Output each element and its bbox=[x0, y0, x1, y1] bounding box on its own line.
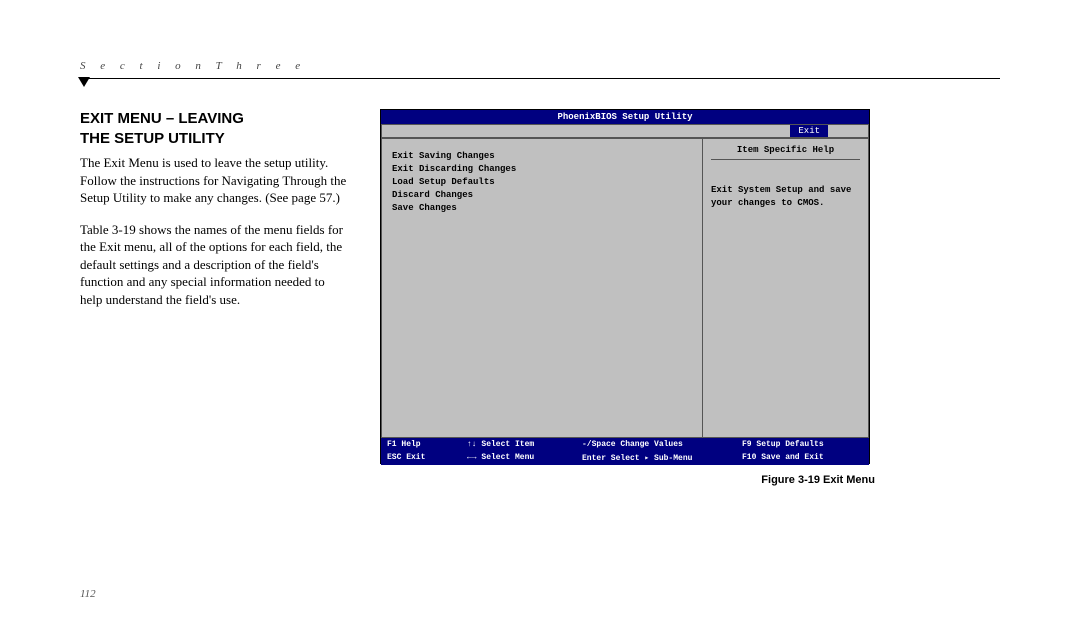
bios-main-pane: Exit Saving Changes Exit Discarding Chan… bbox=[382, 139, 703, 437]
footer-key: -/Space Change Values bbox=[582, 440, 742, 449]
page-number: 112 bbox=[80, 588, 96, 600]
footer-key: ←→ Select Menu bbox=[467, 453, 582, 463]
section-header: S e c t i o n T h r e e bbox=[80, 60, 1000, 72]
footer-key: Enter Select ▸ Sub-Menu bbox=[582, 453, 742, 463]
bios-option: Exit Discarding Changes bbox=[392, 164, 692, 174]
bios-title: PhoenixBIOS Setup Utility bbox=[381, 110, 869, 124]
footer-key: ESC Exit bbox=[387, 453, 467, 463]
bios-option: Discard Changes bbox=[392, 190, 692, 200]
footer-key: F9 Setup Defaults bbox=[742, 440, 863, 449]
page-rule bbox=[80, 78, 1000, 79]
figure-column: PhoenixBIOS Setup Utility Exit Exit Savi… bbox=[380, 109, 875, 486]
main-heading: EXIT MENU – LEAVING THE SETUP UTILITY bbox=[80, 109, 350, 148]
bios-help-pane: Item Specific Help Exit System Setup and… bbox=[703, 139, 868, 437]
heading-line-2: THE SETUP UTILITY bbox=[80, 130, 225, 147]
footer-key: ↑↓ Select Item bbox=[467, 440, 582, 449]
text-column: EXIT MENU – LEAVING THE SETUP UTILITY Th… bbox=[80, 109, 350, 322]
figure-caption: Figure 3-19 Exit Menu bbox=[380, 474, 875, 486]
help-body: Exit System Setup and save your changes … bbox=[711, 159, 860, 209]
paragraph-2: Table 3-19 shows the names of the menu f… bbox=[80, 221, 350, 309]
bios-footer-row1: F1 Help ↑↓ Select Item -/Space Change Va… bbox=[381, 438, 869, 451]
footer-key: F10 Save and Exit bbox=[742, 453, 863, 463]
footer-key: F1 Help bbox=[387, 440, 467, 449]
bios-footer-row2: ESC Exit ←→ Select Menu Enter Select ▸ S… bbox=[381, 451, 869, 465]
bios-option: Save Changes bbox=[392, 203, 692, 213]
bios-body: Exit Saving Changes Exit Discarding Chan… bbox=[381, 138, 869, 438]
bios-option: Load Setup Defaults bbox=[392, 177, 692, 187]
heading-line-1: EXIT MENU – LEAVING bbox=[80, 110, 244, 127]
bios-option: Exit Saving Changes bbox=[392, 151, 692, 161]
bios-screenshot: PhoenixBIOS Setup Utility Exit Exit Savi… bbox=[380, 109, 870, 464]
bios-tab-row: Exit bbox=[381, 124, 869, 138]
paragraph-1: The Exit Menu is used to leave the setup… bbox=[80, 154, 350, 207]
bios-active-tab: Exit bbox=[790, 125, 828, 137]
help-title: Item Specific Help bbox=[711, 145, 860, 159]
marker-triangle-icon bbox=[78, 77, 90, 87]
